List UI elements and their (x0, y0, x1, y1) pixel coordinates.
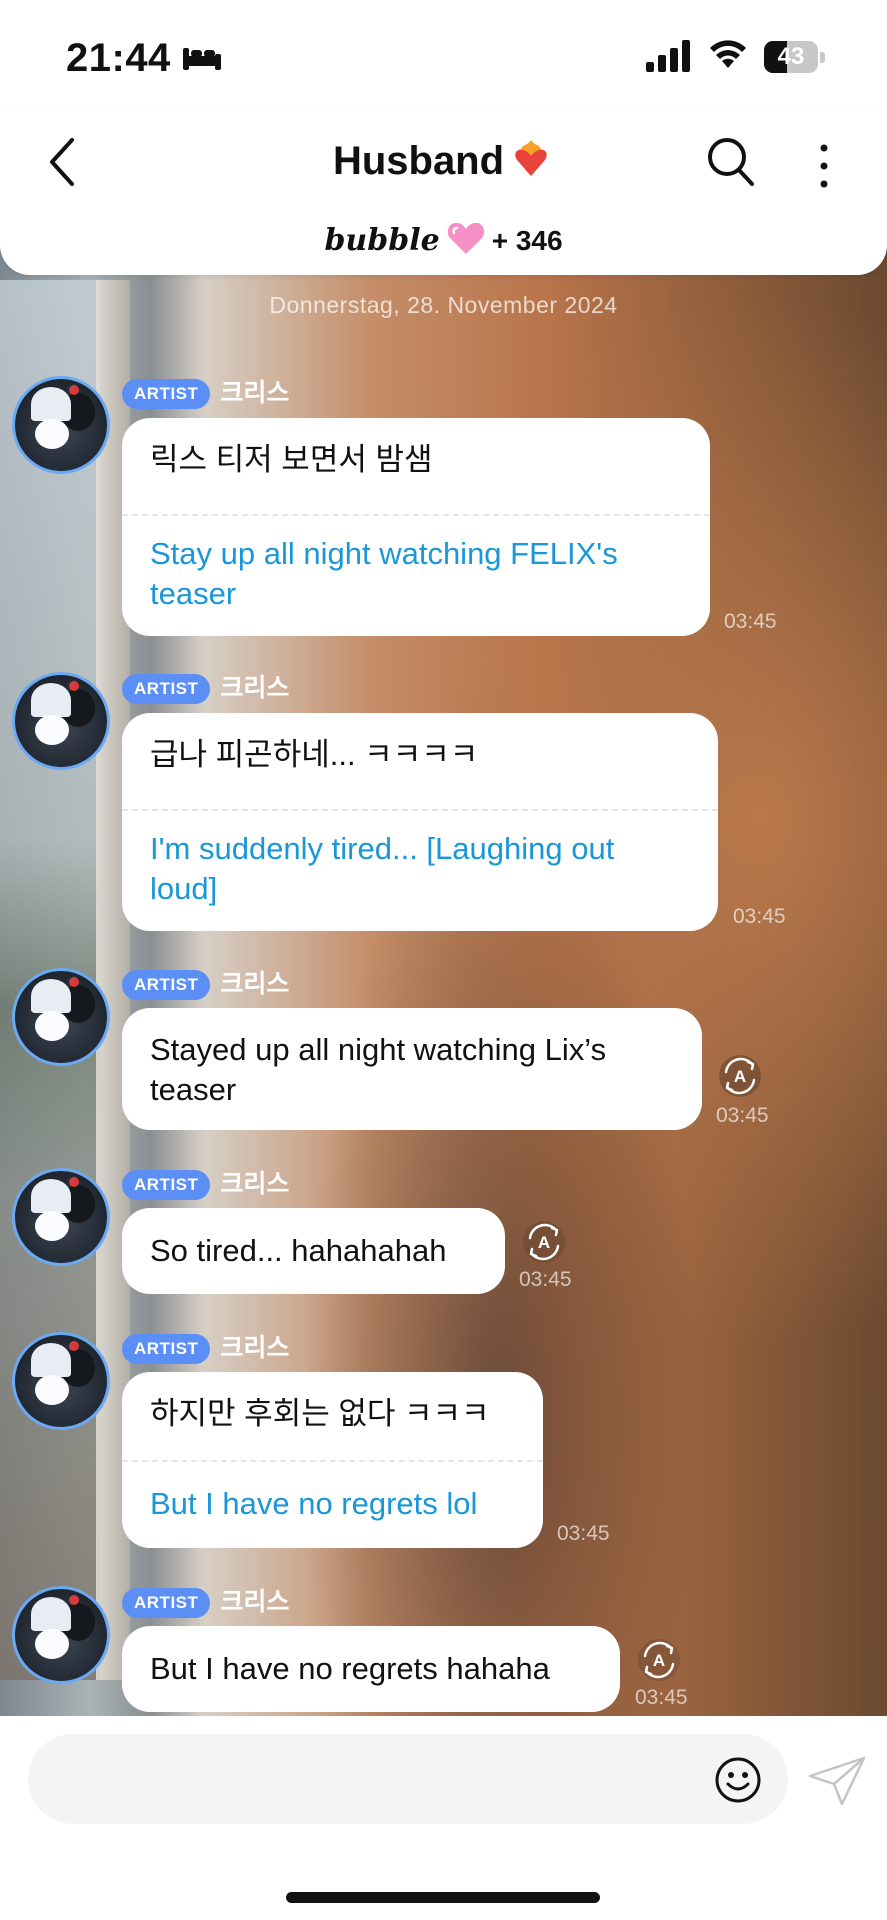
avatar[interactable] (12, 1586, 110, 1684)
more-options-icon[interactable] (812, 138, 836, 194)
message-translation-text: But I have no regrets lol (150, 1486, 478, 1521)
artist-badge: ARTIST (122, 379, 211, 409)
translate-icon[interactable]: A (522, 1220, 566, 1264)
avatar[interactable] (12, 1332, 110, 1430)
message-text: Stayed up all night watching Lix’s tease… (150, 1032, 607, 1107)
message-translation-text: Stay up all night watching FELIX's tease… (150, 536, 618, 611)
artist-badge: ARTIST (122, 1334, 211, 1364)
sender-name: 크리스 (220, 674, 290, 702)
avatar[interactable] (12, 672, 110, 770)
status-bar: 21:44 43 (0, 0, 887, 110)
message-time: 03:45 (724, 610, 777, 633)
artist-badge: ARTIST (122, 1170, 211, 1200)
battery-level: 43 (777, 43, 805, 70)
avatar[interactable] (12, 968, 110, 1066)
subscriber-count: + 346 (491, 225, 563, 256)
sender-row: ARTIST 크리스 (122, 668, 289, 704)
message-text: So tired... hahahahah (150, 1233, 447, 1268)
sender-name: 크리스 (220, 1170, 290, 1198)
sender-row: ARTIST 크리스 (122, 373, 289, 409)
sender-name: 크리스 (220, 1588, 290, 1616)
svg-text:A: A (653, 1651, 665, 1670)
avatar[interactable] (12, 1168, 110, 1266)
message-text: But I have no regrets hahaha (150, 1651, 550, 1686)
search-icon[interactable] (706, 136, 756, 188)
message-bubble[interactable]: Stayed up all night watching Lix’s tease… (122, 1008, 702, 1130)
status-time: 21:44 (66, 36, 171, 80)
composer-bar (0, 1716, 887, 1920)
cellular-signal-icon (646, 40, 690, 72)
message-bubble[interactable]: So tired... hahahahah (122, 1208, 505, 1294)
battery-indicator: 43 (764, 41, 826, 73)
date-separator: Donnerstag, 28. November 2024 (269, 292, 618, 318)
chat-title-text: Husband (332, 139, 505, 183)
artist-badge: ARTIST (122, 674, 211, 704)
message-time: 03:45 (716, 1104, 769, 1127)
message-bubble[interactable]: But I have no regrets hahaha (122, 1626, 620, 1712)
message-time: 03:45 (557, 1522, 610, 1545)
sender-name: 크리스 (220, 379, 290, 407)
artist-badge: ARTIST (122, 970, 211, 1000)
sender-name: 크리스 (220, 970, 290, 998)
sender-name: 크리스 (220, 1334, 290, 1362)
translate-icon[interactable]: A (718, 1054, 762, 1098)
sender-row: ARTIST 크리스 (122, 1164, 289, 1200)
svg-text:A: A (538, 1233, 550, 1252)
message-bubble[interactable]: 하지만 후회는 없다 ㅋㅋㅋ But I have no regrets lol (122, 1372, 543, 1548)
sleep-focus-icon (183, 48, 221, 70)
message-input[interactable] (28, 1734, 788, 1824)
send-icon[interactable] (808, 1756, 866, 1806)
message-korean-text: 하지만 후회는 없다 ㅋㅋㅋ (150, 1396, 490, 1431)
pink-heart-icon (447, 222, 484, 254)
artist-badge: ARTIST (122, 1588, 211, 1618)
sender-row: ARTIST 크리스 (122, 964, 289, 1000)
svg-text:A: A (734, 1067, 746, 1086)
message-time: 03:45 (733, 905, 786, 928)
translate-icon[interactable]: A (637, 1638, 681, 1682)
message-korean-text: 릭스 티저 보면서 밤샘 (150, 442, 433, 477)
message-translation-text: I'm suddenly tired... [Laughing out loud… (150, 831, 615, 906)
emoji-icon[interactable] (714, 1756, 762, 1804)
heart-on-fire-icon (515, 140, 547, 176)
message-korean-text: 급나 피곤하네... ㅋㅋㅋㅋ (150, 737, 479, 772)
sender-row: ARTIST 크리스 (122, 1582, 289, 1618)
message-time: 03:45 (519, 1268, 572, 1291)
message-time: 03:45 (635, 1686, 688, 1709)
subscription-info: bubble + 346 (0, 220, 887, 258)
chat-header: Husband bubble + 346 (0, 110, 887, 275)
message-bubble[interactable]: 급나 피곤하네... ㅋㅋㅋㅋ I'm suddenly tired... [L… (122, 713, 718, 931)
sender-row: ARTIST 크리스 (122, 1328, 289, 1364)
home-indicator (286, 1892, 600, 1903)
bubble-brand: bubble (324, 223, 440, 258)
avatar[interactable] (12, 376, 110, 474)
message-bubble[interactable]: 릭스 티저 보면서 밤샘 Stay up all night watching … (122, 418, 710, 636)
wifi-icon (710, 40, 746, 68)
